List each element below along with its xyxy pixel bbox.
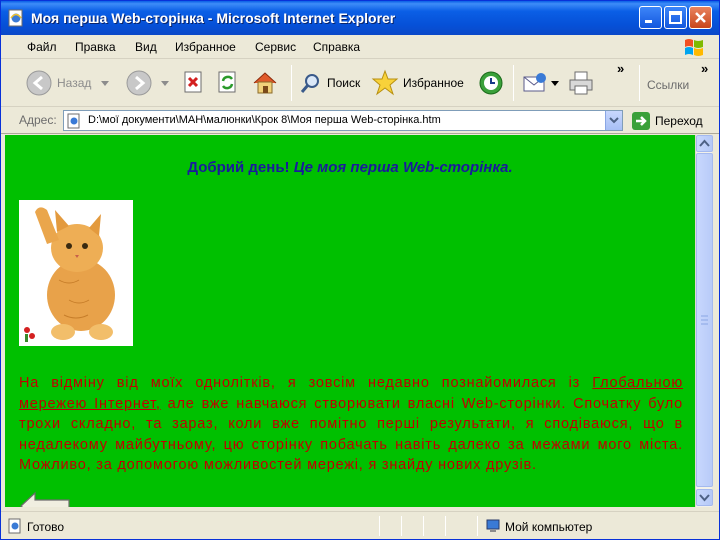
menu-file[interactable]: Файл — [27, 40, 57, 54]
toolbar-overflow-chevron[interactable]: » — [617, 61, 624, 76]
back-dropdown-icon[interactable] — [101, 81, 109, 87]
favorites-star-icon — [371, 69, 399, 96]
kitten-image — [19, 200, 133, 346]
go-button[interactable]: Переход — [631, 111, 703, 131]
printer-icon — [569, 71, 593, 95]
address-bar: Адрес: D:\мої документи\МАН\малюнки\Крок… — [1, 107, 719, 134]
back-label: Назад — [57, 76, 92, 90]
home-button[interactable] — [251, 63, 279, 103]
scroll-up-button[interactable] — [696, 135, 713, 152]
search-icon — [300, 74, 319, 93]
chevron-down-icon — [609, 117, 619, 124]
stop-icon — [184, 71, 202, 93]
toolbar-separator — [513, 65, 514, 101]
go-label: Переход — [655, 114, 703, 128]
page-paragraph: На відміну від моїх однолітків, я зовсім… — [19, 373, 683, 476]
chevron-down-icon — [699, 494, 710, 502]
status-divider — [379, 516, 380, 536]
menu-view[interactable]: Вид — [135, 40, 157, 54]
maximize-icon — [669, 11, 682, 24]
page-content: Добрий день! Це моя перша Web-сторінка. … — [5, 135, 695, 507]
history-button[interactable] — [477, 63, 505, 103]
refresh-button[interactable] — [215, 63, 241, 103]
print-button[interactable] — [567, 63, 595, 103]
menu-tools[interactable]: Сервис — [255, 40, 296, 54]
address-value: D:\мої документи\МАН\малюнки\Крок 8\Моя … — [88, 114, 441, 126]
status-divider — [401, 516, 402, 536]
forward-dropdown-icon[interactable] — [161, 81, 169, 87]
paragraph-text-start: На відміну від моїх однолітків, я зовсім… — [19, 375, 581, 391]
ie-page-icon — [8, 9, 23, 27]
stop-button[interactable] — [181, 63, 207, 103]
security-zone-text: Мой компьютер — [505, 520, 593, 534]
grip-icon — [701, 315, 708, 325]
status-divider — [477, 516, 478, 536]
close-icon — [695, 12, 706, 23]
go-arrow-icon — [632, 112, 650, 130]
menu-bar: Файл Правка Вид Избранное Сервис Справка — [1, 35, 719, 59]
vertical-scrollbar[interactable] — [695, 135, 713, 507]
favorites-label: Избранное — [403, 76, 464, 90]
search-label: Поиск — [327, 76, 361, 90]
toolbar-separator — [291, 65, 292, 101]
windows-logo-icon — [685, 39, 703, 56]
scroll-thumb[interactable] — [696, 153, 713, 487]
maximize-button[interactable] — [664, 6, 687, 29]
status-text: Готово — [27, 520, 65, 534]
status-divider — [423, 516, 424, 536]
browser-window: Моя перша Web-сторінка - Microsoft Inter… — [0, 0, 720, 540]
toolbar-separator — [639, 65, 640, 101]
home-icon — [253, 72, 277, 94]
window-title: Моя перша Web-сторінка - Microsoft Inter… — [31, 10, 396, 26]
chevron-up-icon — [699, 139, 710, 147]
mail-dropdown-icon[interactable] — [551, 81, 559, 87]
forward-button[interactable] — [125, 63, 153, 103]
minimize-icon — [645, 20, 652, 23]
search-button[interactable]: Поиск — [299, 63, 360, 103]
history-icon — [479, 71, 503, 95]
status-bar: Готово Мой компьютер — [1, 511, 719, 539]
menu-edit[interactable]: Правка — [75, 40, 116, 54]
heading-greeting: Добрий день! — [187, 159, 290, 176]
standard-toolbar: Назад Поиск Избранное » Ссылки » — [1, 59, 719, 107]
heading-subtitle: Це моя перша Web-сторінка. — [293, 159, 513, 176]
refresh-icon — [218, 71, 236, 93]
forward-arrow-icon — [126, 70, 152, 96]
page-done-icon — [8, 518, 21, 534]
address-dropdown-button[interactable] — [605, 111, 622, 130]
back-arrow-icon — [26, 70, 52, 96]
title-bar[interactable]: Моя перша Web-сторінка - Microsoft Inter… — [1, 1, 719, 35]
links-overflow-chevron[interactable]: » — [701, 61, 708, 76]
close-button[interactable] — [689, 6, 712, 29]
back-navigation-arrow-icon[interactable] — [19, 491, 71, 507]
page-heading: Добрий день! Це моя перша Web-сторінка. — [5, 159, 695, 176]
address-input[interactable]: D:\мої документи\МАН\малюнки\Крок 8\Моя … — [63, 110, 623, 131]
scroll-down-button[interactable] — [696, 489, 713, 506]
minimize-button[interactable] — [639, 6, 662, 29]
menu-help[interactable]: Справка — [313, 40, 360, 54]
html-file-icon — [67, 113, 80, 129]
mail-icon — [523, 73, 546, 92]
status-divider — [445, 516, 446, 536]
mail-button[interactable] — [521, 63, 549, 103]
menu-favorites[interactable]: Избранное — [175, 40, 236, 54]
back-button[interactable]: Назад — [25, 63, 91, 103]
favorites-button[interactable]: Избранное — [371, 63, 464, 103]
links-label[interactable]: Ссылки — [647, 78, 689, 92]
address-label: Адрес: — [19, 113, 57, 127]
my-computer-icon — [486, 519, 500, 532]
